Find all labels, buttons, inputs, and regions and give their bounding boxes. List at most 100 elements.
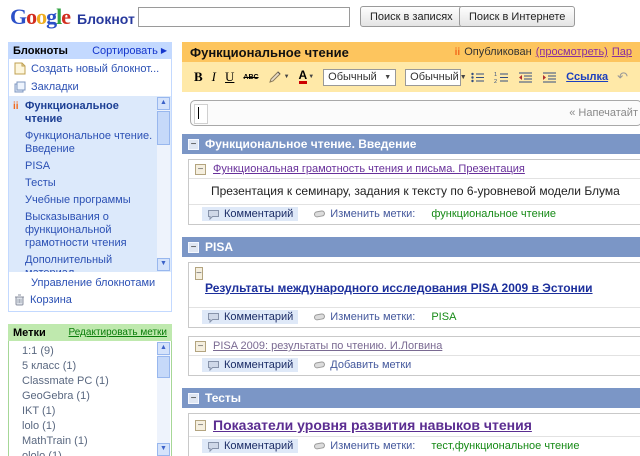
sidebar-section-item[interactable]: Функциональное чтение. Введение xyxy=(9,128,171,158)
note-labels[interactable]: функциональное чтение xyxy=(431,208,556,220)
label-item[interactable]: 5 класс (1) xyxy=(9,359,171,374)
labels-action-label: Изменить метки: xyxy=(330,208,416,220)
bold-button[interactable]: B xyxy=(194,69,203,85)
edit-labels-link[interactable]: Изменить метки: xyxy=(314,311,415,323)
note-title-link[interactable]: PISA 2009: результаты по чтению. И.Логви… xyxy=(213,340,442,352)
svg-text:2: 2 xyxy=(494,79,497,84)
shared-notebook-icon: ii xyxy=(13,101,19,112)
comment-icon xyxy=(207,209,220,220)
search-web-button[interactable]: Поиск в Интернете xyxy=(459,6,576,27)
note-footer: Комментарий Добавить метки xyxy=(189,355,640,375)
scroll-up-icon[interactable]: ▲ xyxy=(157,342,170,355)
edit-labels-link[interactable]: Добавить метки xyxy=(314,359,411,371)
chevron-down-icon: ▼ xyxy=(459,73,467,81)
edit-labels-panel-link[interactable]: Редактировать метки xyxy=(68,327,167,338)
trash-icon xyxy=(14,294,25,306)
sort-arrow-icon: ▶ xyxy=(160,46,167,55)
app-logo: Google Блокнот xyxy=(10,4,135,30)
strikethrough-button[interactable]: ABC xyxy=(243,74,258,81)
numbered-list-button[interactable]: 12 xyxy=(494,71,509,84)
params-link[interactable]: Пар xyxy=(612,46,632,58)
sidebar-section-item[interactable]: Высказывания о функциональной грамотност… xyxy=(9,209,171,252)
label-item[interactable]: ololo (1) xyxy=(9,449,171,456)
sidebar-section-item[interactable]: Учебные программы xyxy=(9,192,171,209)
sidebar: Блокноты Сортировать ▶ Создать новый бло… xyxy=(8,42,172,456)
comment-button[interactable]: Комментарий xyxy=(202,207,299,221)
edit-labels-link[interactable]: Изменить метки: xyxy=(314,440,415,452)
new-notebook-icon xyxy=(14,62,26,75)
comment-button[interactable]: Комментарий xyxy=(202,439,299,453)
font-family-select[interactable]: Обычный ▼ xyxy=(323,68,397,86)
label-item[interactable]: 1:1 (9) xyxy=(9,344,171,359)
label-item[interactable]: GeoGebra (1) xyxy=(9,389,171,404)
sidebar-section-item[interactable]: Дополнительный материал xyxy=(9,252,171,272)
collapse-note-icon[interactable]: − xyxy=(195,267,203,280)
underline-button[interactable]: U xyxy=(225,69,234,85)
tag-icon xyxy=(314,312,326,322)
manage-notebooks-link[interactable]: Управление блокнотами xyxy=(9,272,171,291)
collapse-section-icon[interactable]: − xyxy=(188,392,199,404)
labels-action-label: Изменить метки: xyxy=(330,440,416,452)
insert-link-button[interactable]: Ссылка xyxy=(566,71,608,83)
notebook-list-scrollbar[interactable]: ▲ ▼ xyxy=(157,97,170,271)
labels-list: 1:1 (9) 5 класс (1) Classmate PC (1) GeoGeb… xyxy=(8,341,172,456)
comment-label: Комментарий xyxy=(224,440,294,452)
label-item[interactable]: Classmate PC (1) xyxy=(9,374,171,389)
note-title-link[interactable]: Показатели уровня развития навыков чтени… xyxy=(213,417,532,433)
font-size-select[interactable]: Обычный ▼ xyxy=(405,68,467,86)
comment-icon xyxy=(207,441,220,452)
search-notes-button[interactable]: Поиск в записях xyxy=(360,6,463,27)
bullet-list-button[interactable] xyxy=(470,71,485,84)
collapse-note-icon[interactable]: − xyxy=(195,340,206,352)
google-logo: Google xyxy=(10,4,71,29)
note-labels[interactable]: PISA xyxy=(431,311,456,323)
header-search-input[interactable] xyxy=(138,7,350,27)
view-published-link[interactable]: (просмотреть) xyxy=(536,46,608,58)
section-header[interactable]: − Функциональное чтение. Введение xyxy=(182,134,640,154)
collapse-note-icon[interactable]: − xyxy=(195,163,206,175)
edit-labels-link[interactable]: Изменить метки: xyxy=(314,208,415,220)
scroll-down-icon[interactable]: ▼ xyxy=(157,258,170,271)
section-title: Функциональное чтение. Введение xyxy=(205,137,417,151)
undo-icon[interactable]: ↶ xyxy=(617,69,628,85)
scrollbar-thumb[interactable] xyxy=(157,356,170,378)
label-item[interactable]: lolo (1) xyxy=(9,419,171,434)
italic-button[interactable]: I xyxy=(212,69,216,85)
comment-button[interactable]: Комментарий xyxy=(202,310,299,324)
collapse-section-icon[interactable]: − xyxy=(188,241,199,253)
label-item[interactable]: MathTrain (1) xyxy=(9,434,171,449)
sort-menu-link[interactable]: Сортировать ▶ xyxy=(92,45,167,57)
comment-button[interactable]: Комментарий xyxy=(202,358,299,372)
outdent-button[interactable] xyxy=(518,71,533,84)
labels-scrollbar[interactable]: ▲ ▼ xyxy=(157,342,170,456)
collapse-section-icon[interactable]: − xyxy=(188,138,199,150)
section-header[interactable]: − PISA xyxy=(182,237,640,257)
main-content: Функциональное чтение ii Опубликован (пр… xyxy=(182,42,640,456)
note-card: − Показатели уровня развития навыков чтен… xyxy=(188,413,640,456)
labels-action-label: Изменить метки: xyxy=(330,311,416,323)
label-item[interactable]: IKT (1) xyxy=(9,404,171,419)
highlight-color-button[interactable]: ▼ xyxy=(268,70,290,84)
sidebar-section-item[interactable]: PISA xyxy=(9,158,171,175)
font-color-button[interactable]: A ▼ xyxy=(298,69,314,84)
section-title: PISA xyxy=(205,240,234,254)
indent-button[interactable] xyxy=(542,71,557,84)
label-items: 1:1 (9) 5 класс (1) Classmate PC (1) GeoGeb… xyxy=(9,344,171,456)
sidebar-section-item[interactable]: Тесты xyxy=(9,175,171,192)
new-note-input[interactable]: « Напечатайт xyxy=(190,100,640,126)
scroll-down-icon[interactable]: ▼ xyxy=(157,443,170,456)
trash-link[interactable]: Корзина xyxy=(9,291,171,311)
bookmarks-link[interactable]: Закладки xyxy=(9,78,171,96)
note-labels[interactable]: тест,функциональное чтение xyxy=(431,440,579,452)
scrollbar-thumb[interactable] xyxy=(157,111,170,145)
scroll-up-icon[interactable]: ▲ xyxy=(157,97,170,110)
note-title-link[interactable]: Результаты международного исследования P… xyxy=(205,281,593,295)
active-notebook-item[interactable]: ii Функциональное чтение xyxy=(9,98,171,128)
publish-status: ii Опубликован (просмотреть) Пар xyxy=(455,46,632,58)
note-title-link[interactable]: Функциональная грамотность чтения и пись… xyxy=(213,163,525,175)
notebooks-panel-header: Блокноты Сортировать ▶ xyxy=(8,42,172,59)
collapse-note-icon[interactable]: − xyxy=(195,419,206,431)
notebook-list: ii Функциональное чтение Функциональное … xyxy=(9,96,171,272)
create-notebook-link[interactable]: Создать новый блокнот... xyxy=(9,59,171,78)
section-header[interactable]: − Тесты xyxy=(182,388,640,408)
